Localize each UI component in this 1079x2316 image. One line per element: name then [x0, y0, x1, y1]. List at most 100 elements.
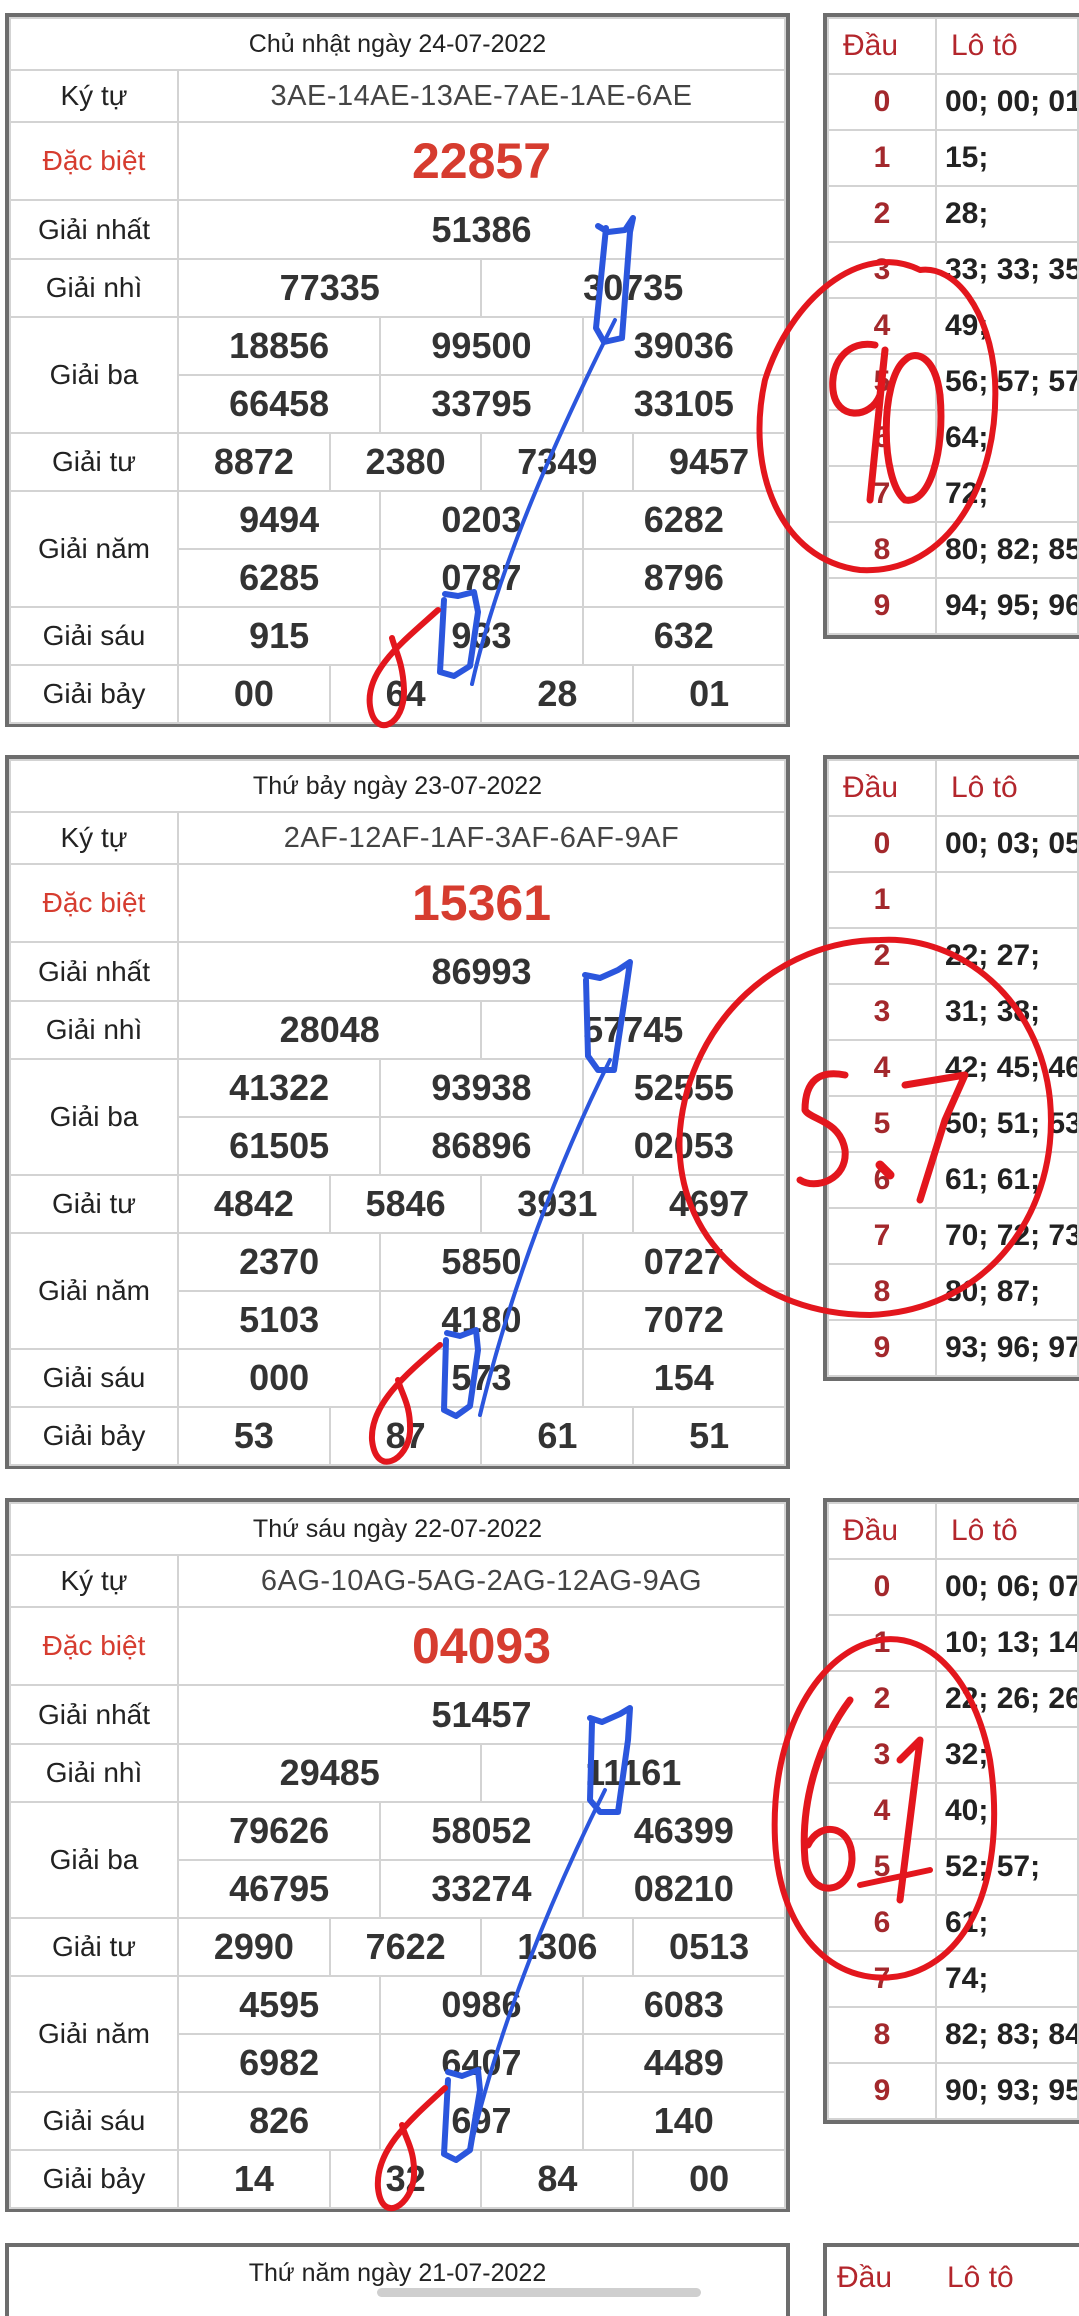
label-dacbiet: Đặc biệt: [9, 863, 179, 943]
third-prize: 33795: [379, 374, 584, 434]
sixth-prize: 933: [379, 606, 584, 666]
third-prize: 46399: [581, 1801, 787, 1861]
dau-7: 7: [827, 1950, 937, 2008]
seventh-prize: 53: [177, 1406, 331, 1466]
header-dau: Đầu: [837, 2261, 893, 2294]
third-prize: 52555: [581, 1058, 787, 1118]
dau-3: 3: [827, 983, 937, 1041]
loto-row: 80; 82; 85: [935, 521, 1079, 579]
second-prize: 77335: [176, 258, 483, 318]
loto-row: 61;: [935, 1894, 1079, 1952]
label-tu: Giải tư: [9, 432, 179, 492]
loto-row: 93; 96; 97: [935, 1319, 1079, 1377]
loto-table: Đầu Lô tô 0 00; 06; 07 1 10; 13; 14 2 22; 26…: [823, 1498, 1079, 2124]
loto-row: 90; 93; 95: [935, 2062, 1079, 2120]
fifth-prize: 8796: [581, 548, 787, 608]
label-tu: Giải tư: [9, 1174, 179, 1234]
loto-row: 61; 61;: [935, 1151, 1079, 1209]
label-sau: Giải sáu: [9, 606, 179, 666]
seventh-prize: 14: [177, 2149, 331, 2209]
third-prize: 33105: [581, 374, 787, 434]
label-ba: Giải ba: [9, 316, 179, 434]
loto-row: 22; 27;: [935, 927, 1079, 985]
loto-row: 15;: [935, 129, 1079, 187]
third-prize: 18856: [176, 316, 382, 376]
third-prize: 86896: [379, 1116, 584, 1176]
loto-row: 74;: [935, 1950, 1079, 2008]
loto-row: 50; 51; 53: [935, 1095, 1079, 1153]
draw-date: Chủ nhật ngày 24-07-2022: [9, 17, 786, 71]
seventh-prize: 64: [328, 664, 483, 724]
fourth-prize: 2990: [177, 1917, 331, 1977]
fifth-prize: 4180: [379, 1290, 584, 1350]
dau-9: 9: [827, 2062, 937, 2120]
dau-6: 6: [827, 409, 937, 467]
day-block: Thứ bảy ngày 23-07-2022 Ký tự 2AF-12AF-1A…: [0, 742, 1079, 1472]
dau-2: 2: [827, 927, 937, 985]
loto-row: 94; 95; 96: [935, 577, 1079, 635]
label-bay: Giải bảy: [9, 2149, 179, 2209]
dau-2: 2: [827, 1670, 937, 1728]
draw-date: Thứ bảy ngày 23-07-2022: [9, 759, 786, 813]
dau-4: 4: [827, 1782, 937, 1840]
dau-0: 0: [827, 815, 937, 873]
fourth-prize: 7622: [328, 1917, 483, 1977]
label-bay: Giải bảy: [9, 1406, 179, 1466]
results-table: Chủ nhật ngày 24-07-2022 Ký tự 3AE-14AE-1…: [5, 13, 790, 727]
seventh-prize: 00: [177, 664, 331, 724]
loto-row: 32;: [935, 1726, 1079, 1784]
results-table: Thứ sáu ngày 22-07-2022 Ký tự 6AG-10AG-5A…: [5, 1498, 790, 2212]
dau-3: 3: [827, 1726, 937, 1784]
dau-7: 7: [827, 465, 937, 523]
draw-date: Thứ năm ngày 21-07-2022: [248, 2259, 547, 2287]
day-block: Chủ nhật ngày 24-07-2022 Ký tự 3AE-14AE-1…: [0, 0, 1079, 730]
loto-row: 40;: [935, 1782, 1079, 1840]
special-prize: 04093: [177, 1606, 786, 1686]
loto-row: 22; 26; 26: [935, 1670, 1079, 1728]
kytu-codes: 2AF-12AF-1AF-3AF-6AF-9AF: [177, 811, 786, 865]
sixth-prize: 697: [379, 2091, 584, 2151]
draw-date: Thứ sáu ngày 22-07-2022: [9, 1502, 786, 1556]
header-loto: Lô tô: [947, 2261, 1014, 2294]
dau-9: 9: [827, 1319, 937, 1377]
loto-row: 72;: [935, 465, 1079, 523]
sixth-prize: 826: [176, 2091, 382, 2151]
fourth-prize: 8872: [177, 432, 331, 492]
fifth-prize: 5850: [379, 1232, 584, 1292]
dau-2: 2: [827, 185, 937, 243]
sixth-prize: 140: [581, 2091, 787, 2151]
day-block-partial: Thứ năm ngày 21-07-2022: [5, 2243, 790, 2316]
sixth-prize: 573: [379, 1348, 584, 1408]
fifth-prize: 6982: [176, 2033, 382, 2093]
fifth-prize: 5103: [176, 1290, 382, 1350]
third-prize: 93938: [379, 1058, 584, 1118]
loto-row: 00; 03; 05: [935, 815, 1079, 873]
fifth-prize: 4489: [581, 2033, 787, 2093]
seventh-prize: 61: [480, 1406, 635, 1466]
dau-6: 6: [827, 1151, 937, 1209]
label-tu: Giải tư: [9, 1917, 179, 1977]
special-prize: 15361: [177, 863, 786, 943]
loto-row: 64;: [935, 409, 1079, 467]
third-prize: 79626: [176, 1801, 382, 1861]
second-prize: 29485: [176, 1743, 483, 1803]
header-dau: Đầu: [827, 1502, 937, 1560]
label-ba: Giải ba: [9, 1801, 179, 1919]
dau-1: 1: [827, 871, 937, 929]
third-prize: 46795: [176, 1859, 382, 1919]
seventh-prize: 32: [328, 2149, 483, 2209]
label-kytu: Ký tự: [9, 69, 179, 123]
label-dacbiet: Đặc biệt: [9, 121, 179, 201]
sixth-prize: 000: [176, 1348, 382, 1408]
label-nam: Giải năm: [9, 490, 179, 608]
day-block: Thứ sáu ngày 22-07-2022 Ký tự 6AG-10AG-5A…: [0, 1485, 1079, 2215]
fifth-prize: 6285: [176, 548, 382, 608]
fifth-prize: 2370: [176, 1232, 382, 1292]
first-prize: 86993: [177, 941, 786, 1002]
label-sau: Giải sáu: [9, 2091, 179, 2151]
fourth-prize: 2380: [328, 432, 483, 492]
first-prize: 51386: [177, 199, 786, 260]
gesture-nav-bar[interactable]: [377, 2288, 701, 2297]
seventh-prize: 84: [480, 2149, 635, 2209]
fourth-prize: 9457: [632, 432, 786, 492]
